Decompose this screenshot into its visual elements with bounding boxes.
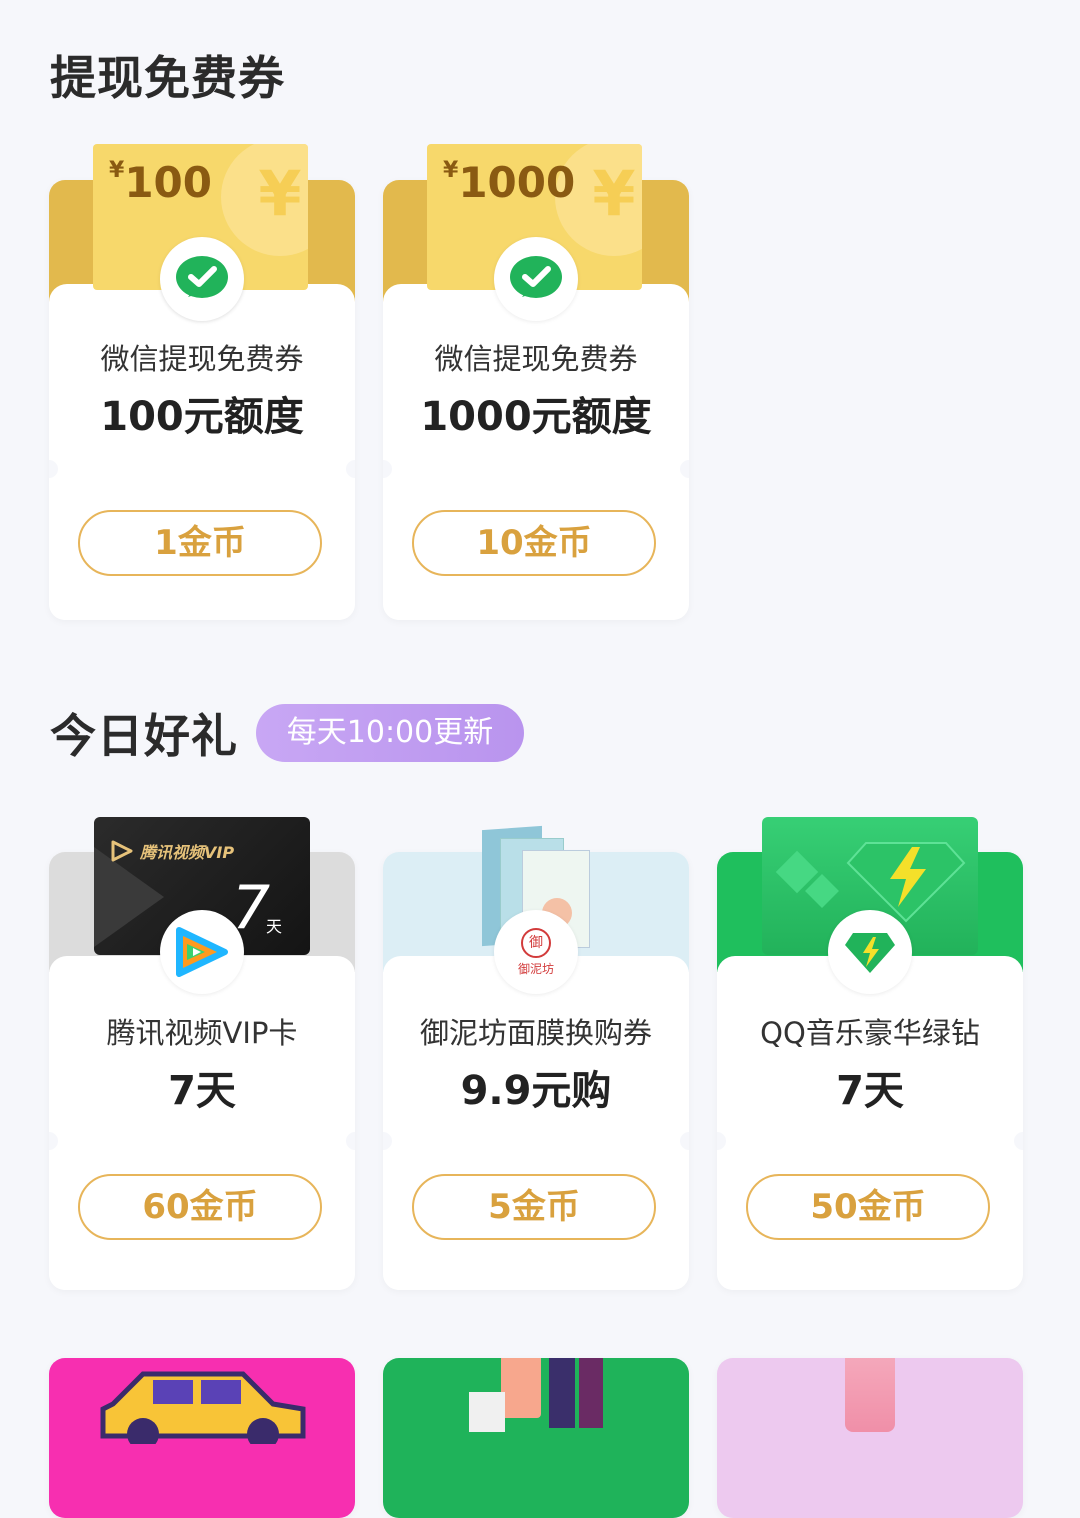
- gift-value: 7天: [836, 1068, 904, 1114]
- coupon-body: 微信提现免费券 1000元额度 10金币: [383, 284, 689, 620]
- gift-value: 7天: [168, 1068, 236, 1114]
- coupon-name: 微信提现免费券: [100, 342, 304, 376]
- currency-symbol: ¥: [443, 158, 459, 183]
- gift-body: 腾讯视频VIP卡 7天 60金币: [49, 956, 355, 1290]
- coupon-name: 微信提现免费券: [434, 342, 638, 376]
- wechat-icon: [494, 237, 578, 321]
- gift-name: 腾讯视频VIP卡: [106, 1016, 298, 1050]
- currency-symbol: ¥: [109, 158, 125, 183]
- gift-card-ride[interactable]: [49, 1358, 355, 1518]
- gift-name: 御泥坊面膜换购券: [419, 1016, 652, 1050]
- update-time-badge: 每天10:00更新: [256, 704, 524, 762]
- section-title-daily-gifts: 今日好礼: [50, 709, 238, 763]
- gift-body: QQ音乐豪华绿钻 7天 50金币: [717, 956, 1023, 1290]
- coupon-amount: 1000: [458, 158, 576, 207]
- yunifang-logo-text: 御泥坊: [517, 961, 554, 976]
- vip-card-days-unit: 天: [266, 917, 283, 936]
- gift-body: 御泥坊面膜换购券 9.9元购 5金币: [383, 956, 689, 1290]
- coupon-value: 1000元额度: [420, 394, 652, 440]
- redeem-button[interactable]: 10金币: [412, 510, 656, 576]
- coupon-amount: 100: [124, 158, 212, 207]
- yunifang-logo-icon: 御 御泥坊: [494, 910, 578, 994]
- coupon-body: 微信提现免费券 100元额度 1金币: [49, 284, 355, 620]
- redeem-button[interactable]: 1金币: [78, 510, 322, 576]
- gift-card-skincare[interactable]: [717, 1358, 1023, 1518]
- vip-card-brand: 腾讯视频VIP: [140, 843, 235, 862]
- redeem-button[interactable]: 5金币: [412, 1174, 656, 1240]
- tencent-video-logo-icon: [111, 840, 133, 862]
- wechat-icon: [160, 237, 244, 321]
- gift-value: 9.9元购: [460, 1068, 612, 1114]
- section-title-withdraw: 提现免费券: [50, 51, 285, 105]
- taxi-car-icon: [100, 1371, 306, 1444]
- green-diamond-icon: [828, 910, 912, 994]
- gift-card-cosmetics[interactable]: [383, 1358, 689, 1518]
- gift-name: QQ音乐豪华绿钻: [760, 1016, 980, 1050]
- redeem-button[interactable]: 50金币: [746, 1174, 990, 1240]
- redeem-button[interactable]: 60金币: [78, 1174, 322, 1240]
- tencent-video-icon: [160, 910, 244, 994]
- coupon-value: 100元额度: [100, 394, 304, 440]
